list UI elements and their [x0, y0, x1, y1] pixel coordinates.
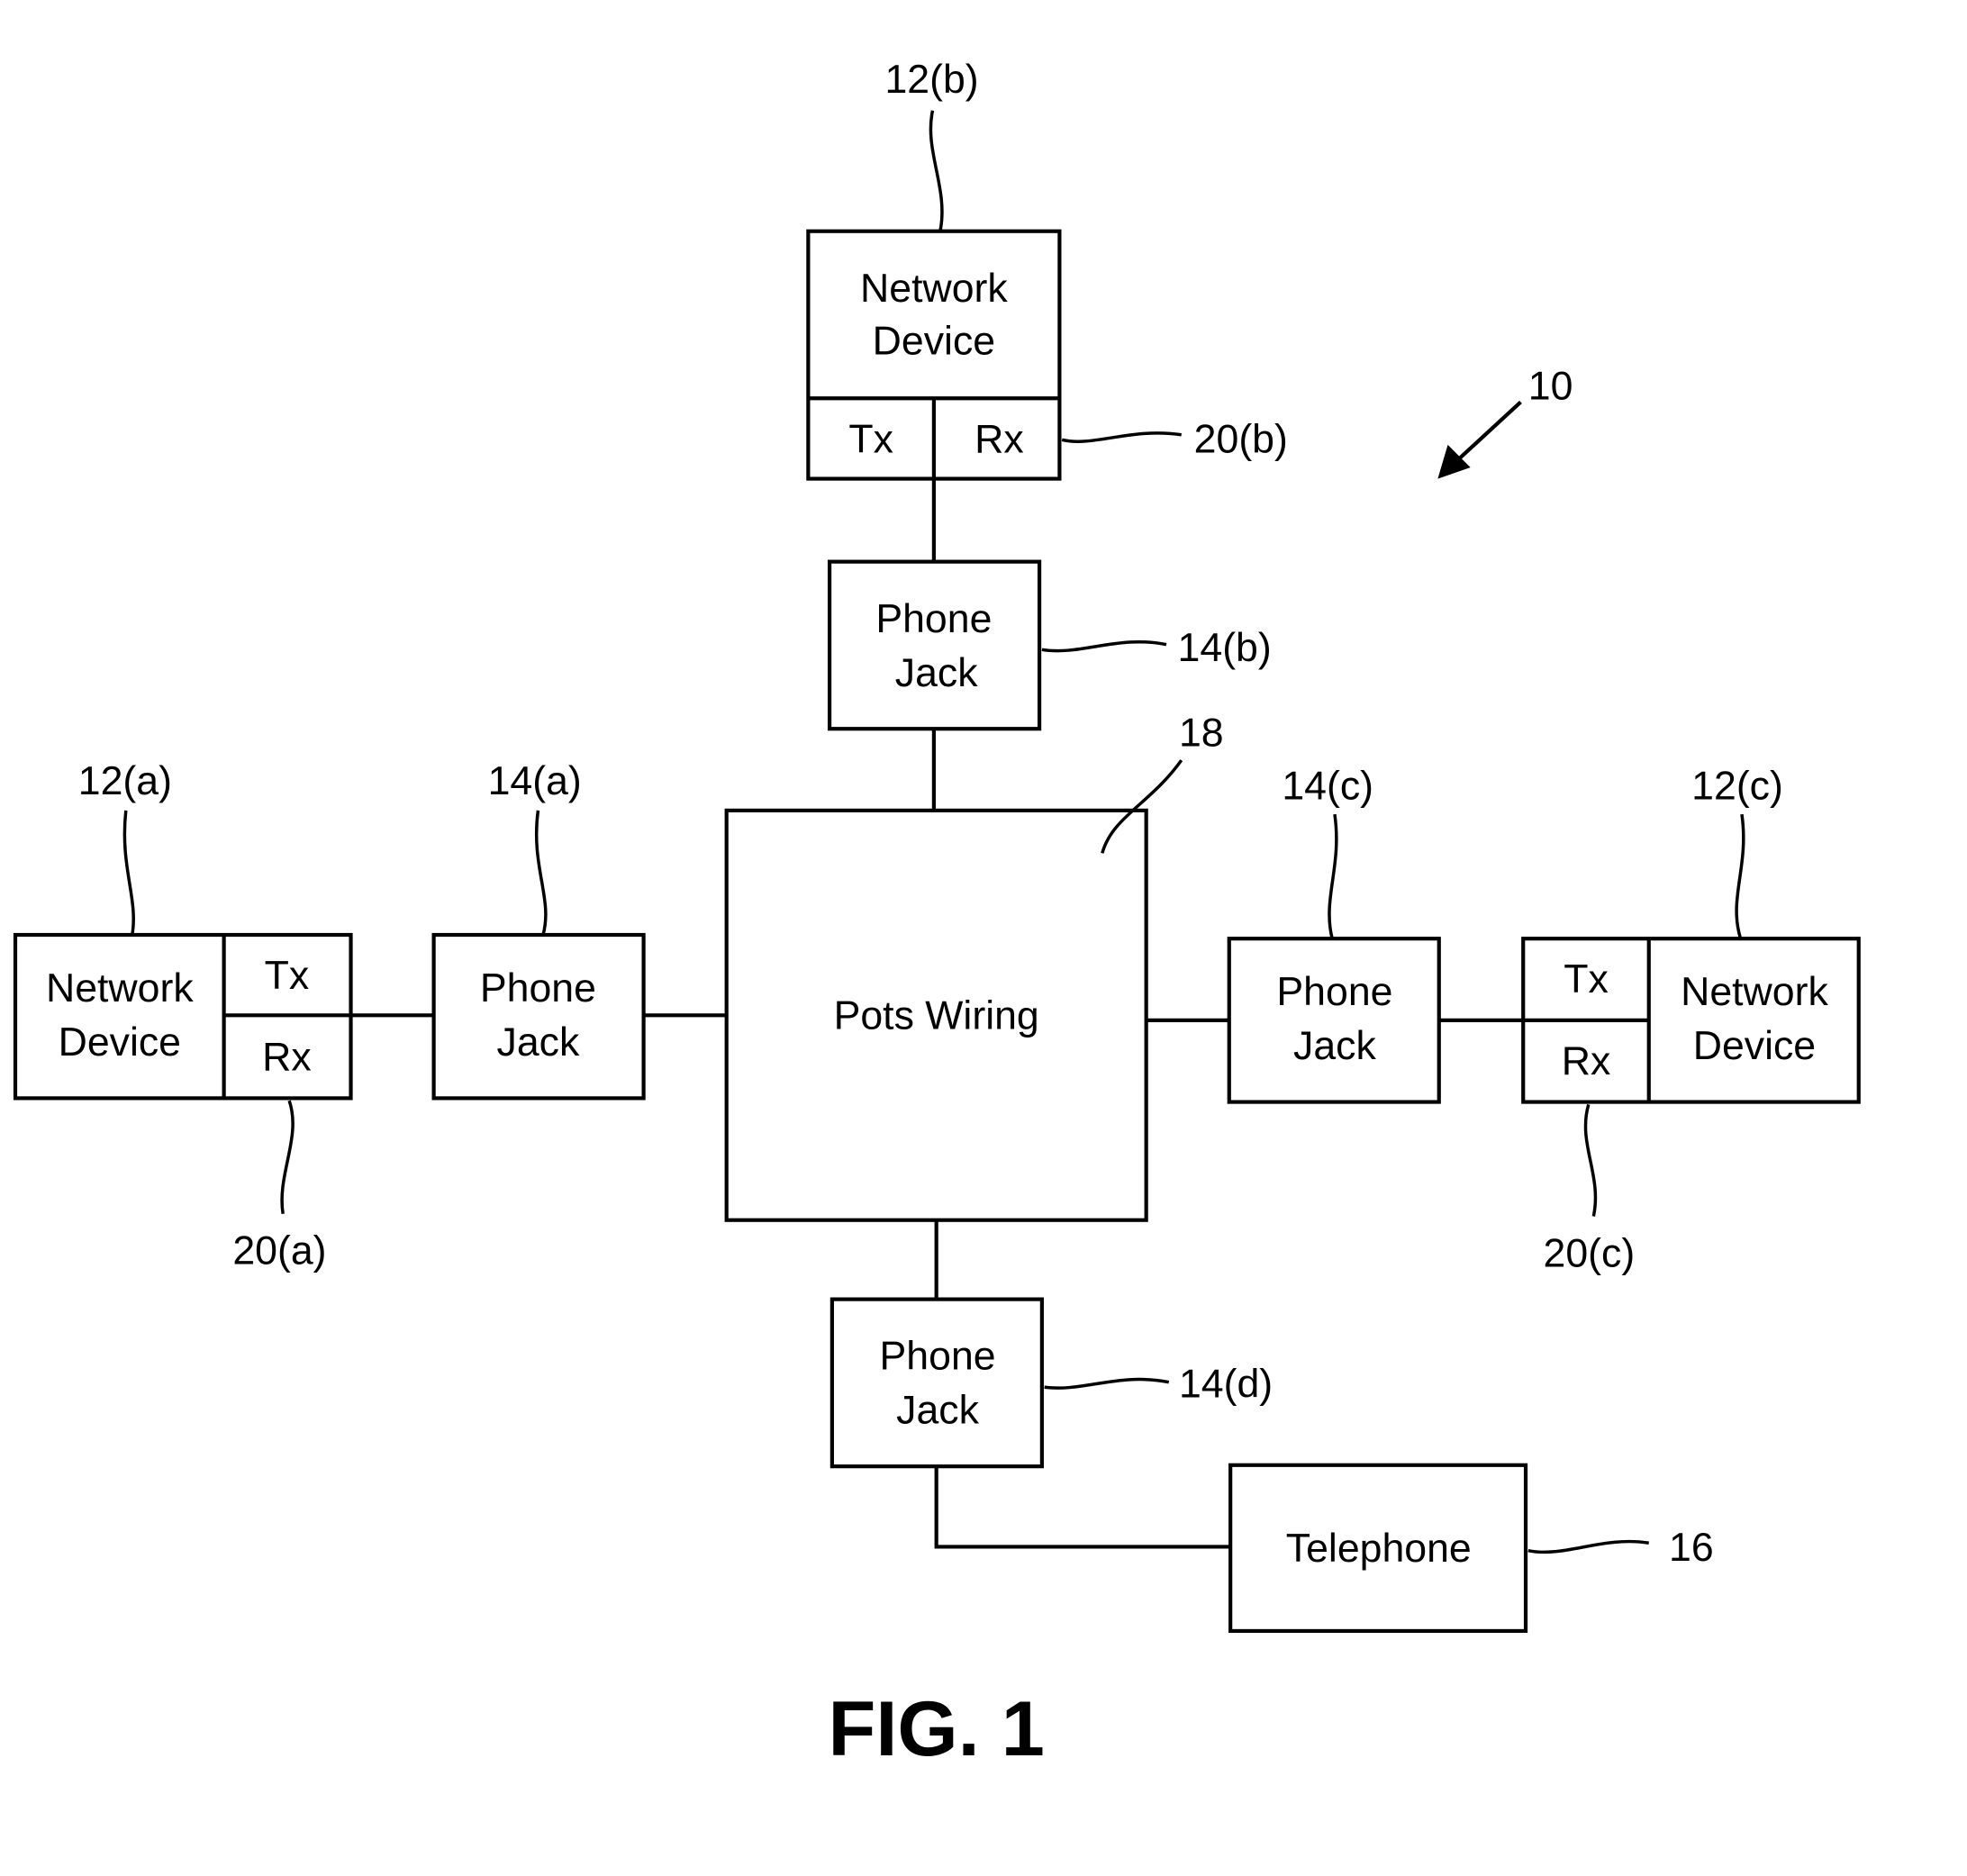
ref-12a: 12(a)	[78, 759, 172, 803]
phone-jack-c-label-line2: Jack	[1293, 1024, 1376, 1068]
leader-14c	[1328, 813, 1338, 939]
phone-jack-a-label-line2: Jack	[497, 1020, 580, 1065]
ref-14b: 14(b)	[1178, 626, 1272, 670]
system-ref-arrow	[1437, 400, 1522, 479]
leader-20b	[1061, 431, 1182, 443]
network-device-a-label-line1: Network	[46, 966, 194, 1011]
phone-jack-a-label-line1: Phone	[480, 966, 596, 1011]
network-device-c-label-line2: Device	[1693, 1024, 1816, 1068]
ref-18: 18	[1179, 711, 1224, 756]
ref-12c: 12(c)	[1691, 764, 1783, 808]
rx-label-c: Rx	[1562, 1039, 1611, 1083]
leader-14a	[534, 810, 548, 936]
network-device-b[interactable]: Network Device Tx Rx	[806, 229, 1062, 481]
phone-jack-d-label-line1: Phone	[880, 1335, 996, 1379]
network-device-b-label-line1: Network	[860, 267, 1008, 311]
leader-20a	[280, 1100, 295, 1215]
ref-20c: 20(c)	[1544, 1231, 1636, 1275]
rx-label-a: Rx	[262, 1036, 312, 1080]
network-device-c-label-line1: Network	[1681, 970, 1828, 1014]
pots-wiring[interactable]: Pots Wiring	[724, 808, 1148, 1222]
network-device-a[interactable]: Network Device Tx Rx	[13, 932, 353, 1101]
phone-jack-d-label-line2: Jack	[896, 1389, 979, 1433]
ref-20b: 20(b)	[1194, 417, 1288, 461]
phone-jack-b-label-line1: Phone	[875, 597, 992, 641]
ref-16: 16	[1669, 1526, 1714, 1570]
ref-14c: 14(c)	[1282, 764, 1373, 808]
network-diagram: Network Device Tx Rx 12(b) 20(b) 10 Phon…	[13, 58, 1861, 1772]
phone-jack-b[interactable]: Phone Jack	[827, 559, 1042, 731]
telephone[interactable]: Telephone	[1228, 1463, 1528, 1634]
network-device-c[interactable]: Network Device Tx Rx	[1521, 937, 1861, 1104]
phone-jack-a[interactable]: Phone Jack	[431, 932, 646, 1101]
ref-14d: 14(d)	[1179, 1362, 1273, 1406]
leader-12b	[929, 110, 944, 232]
leader-12a	[122, 810, 135, 936]
tx-label-a: Tx	[265, 954, 310, 998]
ref-12b: 12(b)	[884, 58, 978, 102]
telephone-label: Telephone	[1286, 1527, 1472, 1571]
leader-20c	[1583, 1103, 1598, 1217]
leader-12c	[1735, 813, 1745, 939]
wire-jack-d-to-telephone	[934, 1466, 1231, 1549]
network-device-b-label-line2: Device	[873, 319, 995, 363]
pots-wiring-label: Pots Wiring	[834, 994, 1039, 1038]
rx-label-b: Rx	[974, 417, 1024, 461]
phone-jack-c-label-line1: Phone	[1276, 970, 1392, 1014]
tx-label-b: Tx	[848, 417, 893, 461]
ref-10: 10	[1528, 365, 1573, 409]
phone-jack-b-label-line2: Jack	[895, 651, 978, 695]
ref-14a: 14(a)	[488, 759, 582, 803]
figure-caption: FIG. 1	[829, 1686, 1045, 1772]
leader-14b	[1041, 640, 1167, 653]
tx-label-c: Tx	[1564, 957, 1609, 1001]
leader-14d	[1044, 1377, 1170, 1390]
network-device-a-label-line2: Device	[59, 1020, 181, 1065]
ref-20a: 20(a)	[232, 1229, 326, 1273]
leader-16	[1527, 1539, 1650, 1554]
phone-jack-d[interactable]: Phone Jack	[829, 1297, 1044, 1469]
phone-jack-c[interactable]: Phone Jack	[1227, 937, 1441, 1104]
